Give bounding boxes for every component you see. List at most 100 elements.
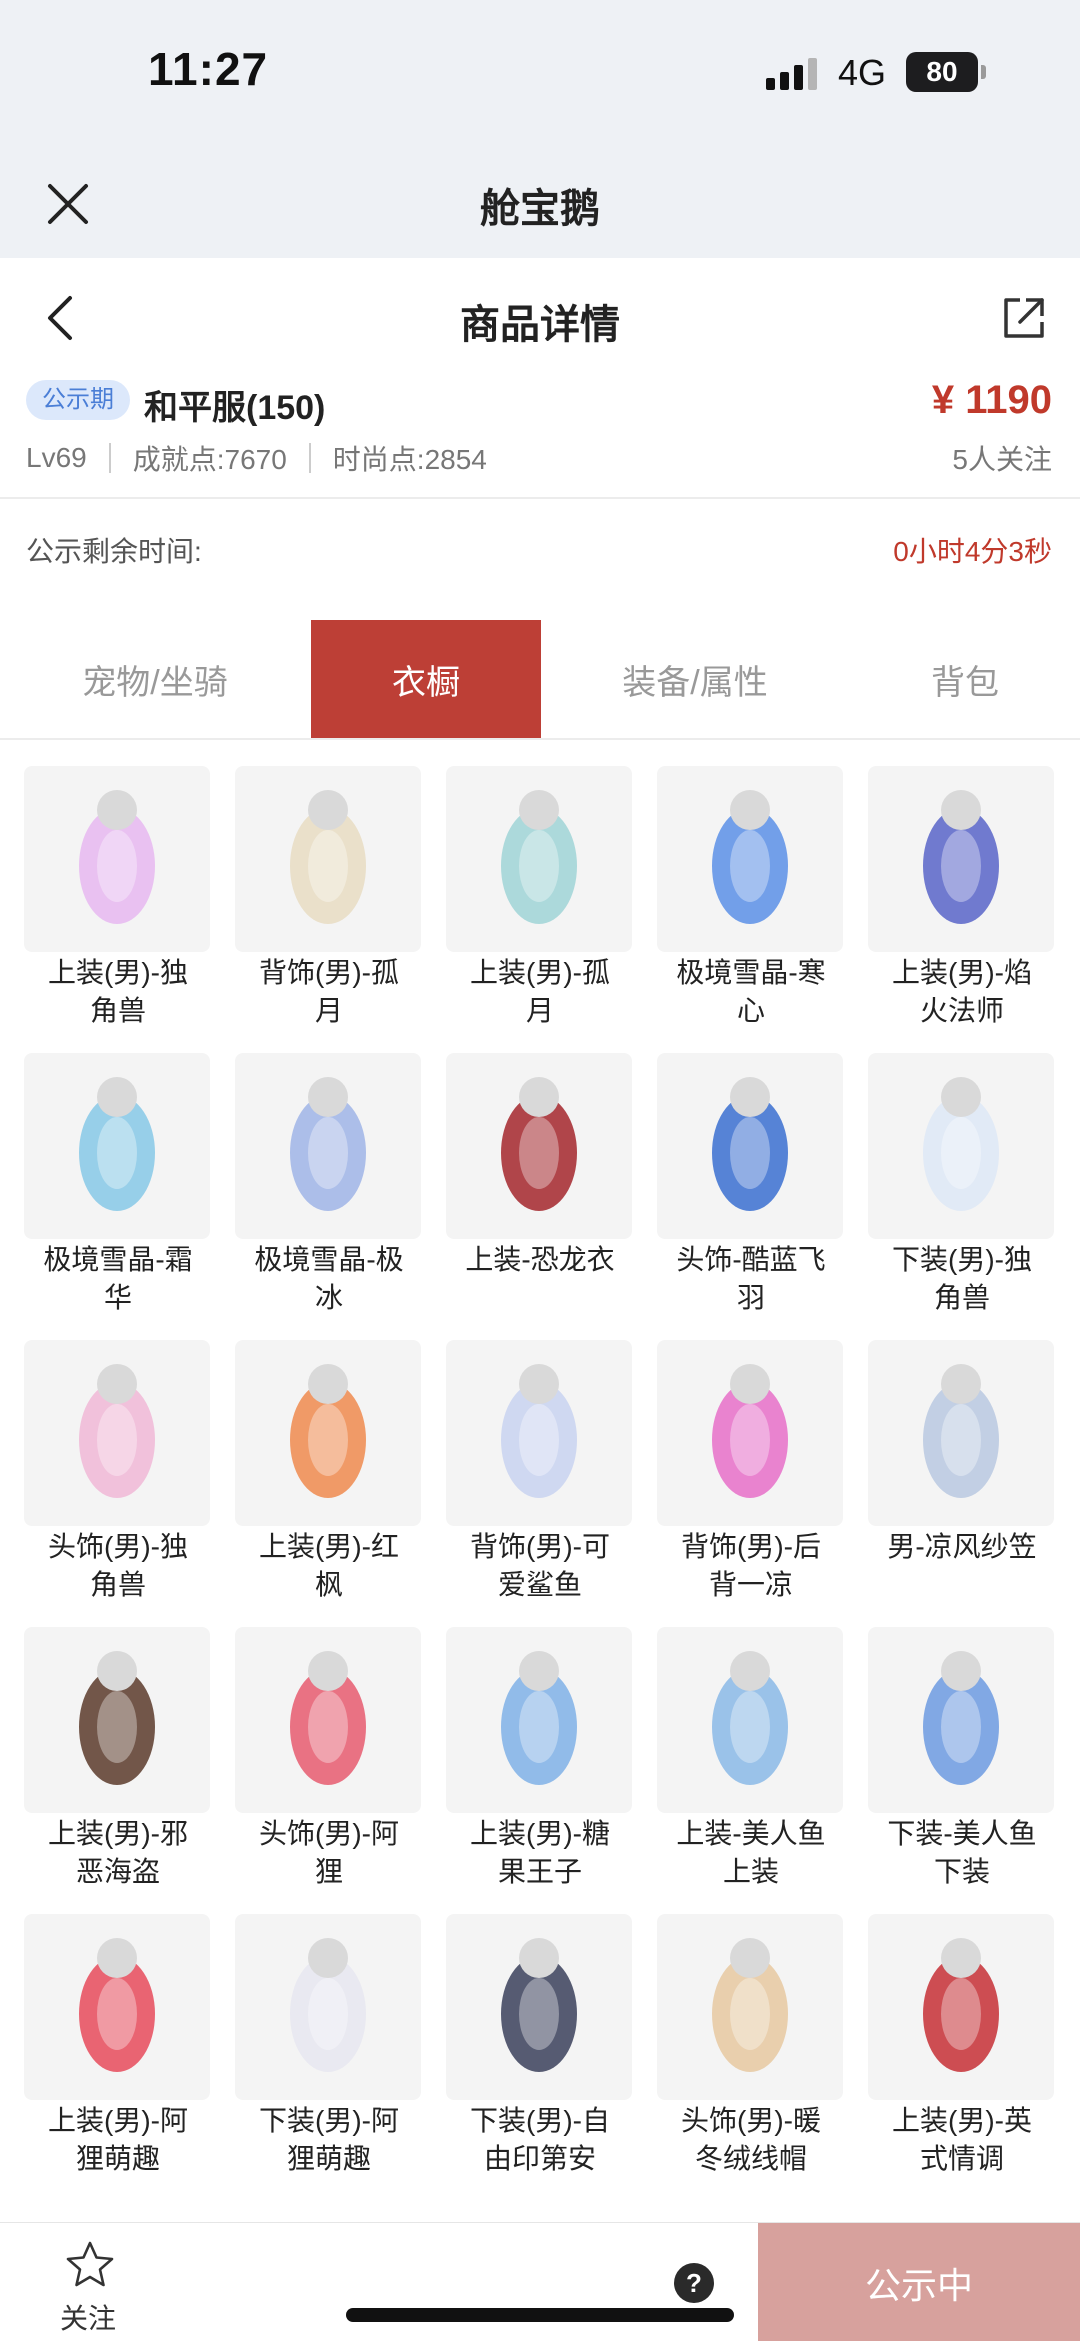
item-name-line2: 冬绒线帽 xyxy=(694,2143,807,2174)
follower-count: 5人关注 xyxy=(952,444,1052,475)
achievement-points: 成就点:7670 xyxy=(132,444,287,475)
item-thumbnail xyxy=(446,1914,632,2100)
item-name-line1: 男-凉风纱笠 xyxy=(887,1531,1037,1562)
item-thumbnail xyxy=(24,1340,210,1526)
item-name-line1: 头饰(男)-独 xyxy=(48,1531,188,1562)
tab-wardrobe[interactable]: 衣橱 xyxy=(311,620,541,738)
item-name-line1: 下装(男)-阿 xyxy=(259,2105,399,2136)
item-caption: 背饰(男)-可 爱鲨鱼 xyxy=(438,1528,642,1604)
item-thumbnail xyxy=(446,1053,632,1239)
item-name-line2: 枫 xyxy=(314,1569,343,1600)
home-indicator xyxy=(346,2308,734,2322)
item-caption: 背饰(男)-孤月 xyxy=(227,954,431,1030)
item-name-line1: 背饰(男)-可 xyxy=(470,1531,610,1562)
item-thumbnail xyxy=(446,1340,632,1526)
pirate-coat-icon xyxy=(79,1651,155,1785)
battery-icon: 80 xyxy=(906,52,986,92)
item-name-line1: 下装-美人鱼 xyxy=(887,1818,1037,1849)
level: Lv69 xyxy=(26,442,87,473)
tab-equipment-attributes[interactable]: 装备/属性 xyxy=(580,620,810,738)
fox-head-icon xyxy=(290,1651,366,1785)
wardrobe-item[interactable]: 上装(男)-邪 恶海盗 xyxy=(24,1627,212,1907)
follow-button[interactable]: 关注 xyxy=(40,2235,136,2335)
red-vest-icon xyxy=(923,1938,999,2072)
tab-pets-mounts[interactable]: 宠物/坐骑 xyxy=(40,620,270,738)
product-info: 公示期 和平服(150) ¥ 1190 Lv69 成就点:7670 时尚点:28… xyxy=(0,378,1080,498)
item-caption: 下装(男)-独 角兽 xyxy=(860,1241,1064,1317)
wardrobe-item[interactable]: 下装(男)-自 由印第安 xyxy=(446,1914,634,2194)
item-name-line2: 式情调 xyxy=(919,2143,1004,2174)
wardrobe-item[interactable]: 上装(男)-糖 果王子 xyxy=(446,1627,634,1907)
wardrobe-item[interactable]: 上装-恐龙衣 xyxy=(446,1053,634,1333)
item-thumbnail xyxy=(657,1914,843,2100)
item-name-line2: 恶海盗 xyxy=(75,1856,160,1887)
wardrobe-item[interactable]: 极境雪晶-极冰 xyxy=(235,1053,423,1333)
blue-cap-icon xyxy=(712,1077,788,1211)
status-badge: 公示期 xyxy=(26,380,130,420)
item-caption: 上装(男)-阿 狸萌趣 xyxy=(16,2102,220,2178)
item-name-line1: 上装(男)-孤 xyxy=(470,957,610,988)
item-caption: 极境雪晶-霜华 xyxy=(16,1241,220,1317)
item-caption: 上装-恐龙衣 xyxy=(438,1241,642,1279)
battery-level: 80 xyxy=(926,56,958,87)
item-name-line2: 角兽 xyxy=(933,1282,990,1313)
item-thumbnail xyxy=(235,1053,421,1239)
wardrobe-item[interactable]: 极境雪晶-霜华 xyxy=(24,1053,212,1333)
maple-robe-icon xyxy=(290,1364,366,1498)
item-name-line2: 上装 xyxy=(722,1856,779,1887)
wardrobe-item[interactable]: 极境雪晶-寒心 xyxy=(657,766,845,1046)
item-caption: 下装(男)-阿 狸萌趣 xyxy=(227,2102,431,2178)
wardrobe-item[interactable]: 头饰-酷蓝飞羽 xyxy=(657,1053,845,1333)
item-name-line1: 头饰(男)-暖 xyxy=(681,2105,821,2136)
item-thumbnail xyxy=(868,1914,1054,2100)
item-thumbnail xyxy=(868,766,1054,952)
wardrobe-item[interactable]: 背饰(男)-孤月 xyxy=(235,766,423,1046)
item-name-line1: 头饰-酷蓝飞 xyxy=(676,1244,826,1275)
wardrobe-item[interactable]: 上装(男)-焰 火法师 xyxy=(868,766,1056,1046)
item-caption: 下装(男)-自 由印第安 xyxy=(438,2102,642,2178)
item-thumbnail xyxy=(235,766,421,952)
item-name-line2: 角兽 xyxy=(89,995,146,1026)
wardrobe-item[interactable]: 下装(男)-独 角兽 xyxy=(868,1053,1056,1333)
wardrobe-item[interactable]: 下装-美人鱼 下装 xyxy=(868,1627,1056,1907)
help-icon[interactable]: ? xyxy=(674,2263,714,2303)
wardrobe-item[interactable]: 上装(男)-红枫 xyxy=(235,1340,423,1620)
item-name-line1: 极境雪晶-极 xyxy=(254,1244,404,1275)
wardrobe-item[interactable]: 下装(男)-阿 狸萌趣 xyxy=(235,1914,423,2194)
fox-hoodie-icon xyxy=(79,1938,155,2072)
item-name-line2: 由印第安 xyxy=(483,2143,596,2174)
item-thumbnail xyxy=(24,766,210,952)
public-notice-button[interactable]: 公示中 xyxy=(758,2223,1080,2341)
item-thumbnail xyxy=(24,1914,210,2100)
item-name-line2: 月 xyxy=(314,995,343,1026)
item-caption: 极境雪晶-寒心 xyxy=(649,954,853,1030)
item-name-line1: 上装(男)-独 xyxy=(48,957,188,988)
wardrobe-item[interactable]: 头饰(男)-独 角兽 xyxy=(24,1340,212,1620)
wardrobe-item[interactable]: 上装(男)-独 角兽 xyxy=(24,766,212,1046)
wardrobe-item[interactable]: 男-凉风纱笠 xyxy=(868,1340,1056,1620)
network-type: 4G xyxy=(838,52,887,93)
wardrobe-item[interactable]: 头饰(男)-暖 冬绒线帽 xyxy=(657,1914,845,2194)
item-name-line1: 背饰(男)-后 xyxy=(681,1531,821,1562)
mermaid-skirt-icon xyxy=(923,1651,999,1785)
divider xyxy=(308,443,311,473)
wardrobe-item[interactable]: 上装(男)-英 式情调 xyxy=(868,1914,1056,2194)
tab-backpack[interactable]: 背包 xyxy=(850,620,1080,738)
wardrobe-item[interactable]: 背饰(男)-可 爱鲨鱼 xyxy=(446,1340,634,1620)
item-name-line2: 火法师 xyxy=(919,995,1004,1026)
item-name-line1: 背饰(男)-孤 xyxy=(259,957,399,988)
shark-backpack-icon xyxy=(501,1364,577,1498)
wardrobe-item[interactable]: 上装(男)-阿 狸萌趣 xyxy=(24,1914,212,2194)
ribbon-back-icon xyxy=(290,790,366,924)
wardrobe-item[interactable]: 头饰(男)-阿狸 xyxy=(235,1627,423,1907)
item-thumbnail xyxy=(24,1053,210,1239)
dino-costume-icon xyxy=(501,1077,577,1211)
wardrobe-item[interactable]: 背饰(男)-后 背一凉 xyxy=(657,1340,845,1620)
item-name-line2: 狸萌趣 xyxy=(286,2143,371,2174)
wardrobe-item[interactable]: 上装-美人鱼 上装 xyxy=(657,1627,845,1907)
wardrobe-item[interactable]: 上装(男)-孤月 xyxy=(446,766,634,1046)
item-name-line2: 角兽 xyxy=(89,1569,146,1600)
item-caption: 上装(男)-孤月 xyxy=(438,954,642,1030)
share-icon[interactable] xyxy=(998,292,1050,344)
nav-bar: 商品详情 xyxy=(0,258,1080,378)
